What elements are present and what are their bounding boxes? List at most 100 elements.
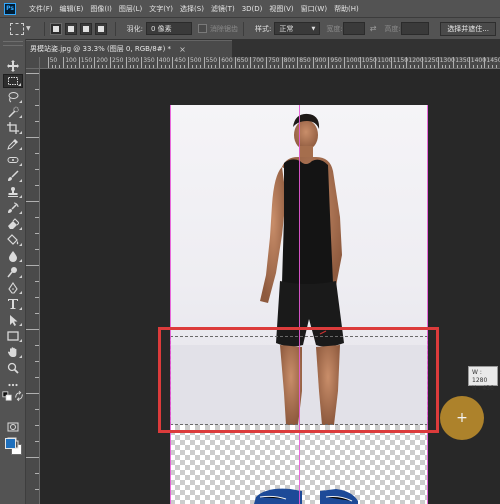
- tooltip-height: H : 436: [472, 385, 494, 392]
- ruler-tick: [406, 57, 408, 68]
- ruler-tick: [26, 201, 39, 202]
- ruler-tick: [110, 57, 111, 68]
- subtract-from-selection-button[interactable]: [79, 22, 92, 35]
- new-selection-button[interactable]: [49, 22, 62, 35]
- menu-layer[interactable]: 图层(L): [119, 4, 142, 14]
- photoshop-logo-icon[interactable]: Ps: [4, 2, 16, 15]
- panel-grip[interactable]: [3, 41, 23, 46]
- pen-icon[interactable]: [3, 281, 23, 295]
- rectangle-icon[interactable]: [3, 329, 23, 343]
- intersect-selection-button[interactable]: [94, 22, 107, 35]
- ruler-tick: [203, 57, 205, 68]
- width-input[interactable]: [342, 22, 365, 35]
- move-icon[interactable]: [3, 59, 23, 73]
- ruler-tick: [26, 265, 39, 266]
- height-input[interactable]: [400, 22, 429, 35]
- antialias-label: 消除锯齿: [209, 24, 238, 33]
- canvas-area[interactable]: W : 1280 H : 436 +: [40, 69, 500, 504]
- ruler-label: 100: [65, 57, 77, 64]
- zoom-icon[interactable]: [3, 361, 23, 375]
- divider: [43, 21, 45, 36]
- ruler-tick: [26, 393, 39, 394]
- quick-selection-icon[interactable]: [3, 105, 23, 119]
- height-label: 高度:: [384, 24, 401, 33]
- default-colors-icon[interactable]: [2, 390, 12, 401]
- menu-bar: Ps 文件(F) 编辑(E) 图像(I) 图层(L) 文字(Y) 选择(S) 滤…: [0, 0, 500, 17]
- style-select[interactable]: 正常 ▼: [274, 22, 321, 35]
- brush-icon[interactable]: [3, 169, 23, 183]
- menu-filter[interactable]: 滤镜(T): [211, 4, 235, 14]
- width-label: 宽度:: [326, 24, 343, 33]
- menu-view[interactable]: 视图(V): [269, 4, 293, 14]
- menu-select[interactable]: 选择(S): [180, 4, 204, 14]
- rectangular-marquee-icon[interactable]: [3, 74, 23, 88]
- close-icon[interactable]: ×: [179, 45, 186, 54]
- feather-input[interactable]: 0 像素: [145, 22, 192, 35]
- canvas-edge-guide: [170, 105, 171, 504]
- type-icon[interactable]: [3, 297, 23, 311]
- canvas-edge-guide: [427, 105, 428, 504]
- eraser-icon[interactable]: [3, 217, 23, 231]
- eyedropper-icon[interactable]: [3, 137, 23, 151]
- document-tab[interactable]: 男模站姿.jpg @ 33.3% (图层 0, RGB/8#) * ×: [26, 40, 232, 57]
- ruler-tick: [172, 57, 174, 68]
- ruler-tick: [63, 57, 65, 68]
- horizontal-ruler[interactable]: 50 100 150 200 250 300 350 400 450 500 550 600 650 70…: [40, 57, 500, 69]
- ruler-label: 850: [299, 57, 311, 64]
- dodge-icon[interactable]: [3, 265, 23, 279]
- menu-image[interactable]: 图像(I): [90, 4, 112, 14]
- menu-edit[interactable]: 编辑(E): [60, 4, 84, 14]
- ruler-tick: [26, 137, 39, 138]
- ruler-tick: [375, 57, 377, 68]
- ruler-tick: [188, 57, 189, 68]
- history-brush-icon[interactable]: [3, 201, 23, 215]
- ruler-label: 400: [158, 57, 171, 64]
- foreground-color-swatch[interactable]: [5, 438, 16, 449]
- lasso-icon[interactable]: [3, 90, 23, 104]
- crop-icon[interactable]: [3, 121, 23, 135]
- ruler-label: 300: [127, 57, 140, 64]
- clone-stamp-icon[interactable]: [3, 185, 23, 199]
- swap-icon[interactable]: ⇄: [370, 24, 377, 33]
- document-tab-bar: 男模站姿.jpg @ 33.3% (图层 0, RGB/8#) * ×: [26, 39, 500, 57]
- paint-bucket-icon[interactable]: [3, 233, 23, 247]
- ruler-tick: [266, 57, 267, 68]
- ruler-tick: [250, 57, 252, 68]
- ruler-label: 550: [205, 57, 218, 64]
- ruler-tick: [26, 457, 39, 458]
- vertical-guide[interactable]: [299, 105, 300, 504]
- divider: [114, 21, 116, 36]
- menu-help[interactable]: 帮助(H): [334, 4, 359, 14]
- hand-icon[interactable]: [3, 345, 23, 359]
- document-canvas[interactable]: [170, 105, 428, 504]
- quick-mask-icon[interactable]: [3, 420, 23, 434]
- ruler-label: 750: [268, 57, 280, 64]
- chevron-down-icon[interactable]: ▼: [26, 25, 31, 32]
- style-value: 正常: [279, 24, 294, 33]
- healing-brush-icon[interactable]: [3, 153, 23, 167]
- ruler-origin[interactable]: [26, 57, 40, 69]
- menu-type[interactable]: 文字(Y): [149, 4, 173, 14]
- size-tooltip: W : 1280 H : 436: [468, 366, 498, 392]
- vertical-ruler[interactable]: [26, 69, 40, 504]
- select-and-mask-button[interactable]: 选择并遮住...: [440, 22, 496, 36]
- feather-label: 羽化:: [126, 24, 143, 33]
- menu-3d[interactable]: 3D(D): [242, 5, 263, 13]
- ruler-tick: [156, 57, 158, 68]
- tool-preset-marquee-icon[interactable]: [10, 22, 24, 35]
- highlight-annotation-box: [158, 327, 439, 433]
- ruler-label: 500: [190, 57, 202, 64]
- add-to-selection-button[interactable]: [64, 22, 77, 35]
- ruler-label: 600: [221, 57, 233, 64]
- ruler-tick: [47, 57, 49, 68]
- swap-colors-icon[interactable]: [14, 390, 24, 401]
- path-selection-icon[interactable]: [3, 313, 23, 327]
- crosshair-cursor-icon: +: [440, 396, 484, 440]
- menu-window[interactable]: 窗口(W): [301, 4, 327, 14]
- blur-icon[interactable]: [3, 249, 23, 263]
- menu-file[interactable]: 文件(F): [29, 4, 53, 14]
- ruler-tick: [94, 57, 96, 68]
- document-title: 男模站姿.jpg @ 33.3% (图层 0, RGB/8#) *: [30, 45, 172, 53]
- antialias-checkbox[interactable]: [197, 24, 207, 33]
- ruler-tick: [437, 57, 439, 68]
